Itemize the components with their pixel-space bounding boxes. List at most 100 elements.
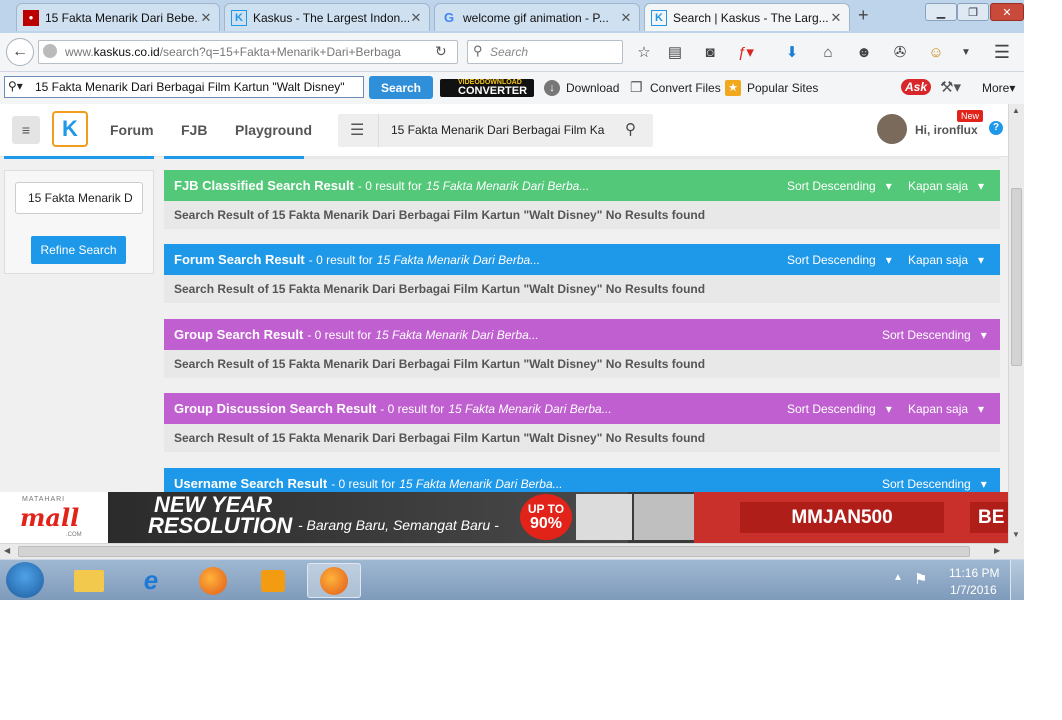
tab-3[interactable]: G welcome gif animation - P... ✕ bbox=[434, 3, 640, 31]
close-tab-icon[interactable]: ✕ bbox=[199, 10, 213, 26]
time-label: Kapan saja bbox=[908, 252, 969, 267]
tray-expand-icon[interactable]: ▲ bbox=[893, 572, 903, 583]
close-tab-icon[interactable]: ✕ bbox=[829, 10, 843, 26]
banner-brand-logo: MATAHARI mall .COM bbox=[0, 492, 108, 543]
convert-files-link[interactable]: Convert Files bbox=[650, 81, 721, 95]
kaskus-logo[interactable]: K bbox=[52, 111, 88, 147]
tab-title: Kaskus - The Largest Indon... bbox=[253, 10, 409, 25]
taskbar-explorer[interactable] bbox=[62, 563, 116, 598]
help-icon[interactable]: ? bbox=[989, 121, 1003, 135]
search-icon[interactable]: ⚲ bbox=[625, 120, 636, 138]
time-dropdown[interactable]: Kapan saja ▾ bbox=[908, 253, 984, 267]
pocket-icon[interactable]: ◙ bbox=[700, 42, 720, 62]
time-dropdown[interactable]: Kapan saja ▾ bbox=[908, 179, 984, 193]
url-bar[interactable]: www.kaskus.co.id/search?q=15+Fakta+Menar… bbox=[38, 40, 458, 64]
close-tab-icon[interactable]: ✕ bbox=[619, 10, 633, 26]
section-header: Username Search Result - 0 result for 15… bbox=[164, 468, 1000, 492]
sort-label: Sort Descending bbox=[882, 327, 971, 342]
nav-fjb[interactable]: FJB bbox=[181, 122, 207, 138]
result-count: - 0 result for bbox=[307, 327, 372, 342]
taskbar-internet-explorer[interactable]: e bbox=[124, 563, 178, 598]
download-arrow-icon[interactable]: ⬇ bbox=[782, 42, 802, 62]
horizontal-scrollbar[interactable]: ◀ ▶ bbox=[0, 543, 1008, 559]
reading-list-icon[interactable]: ▤ bbox=[665, 42, 685, 62]
taskbar-firefox-active[interactable] bbox=[307, 563, 361, 598]
minimize-button[interactable]: ▁ bbox=[925, 3, 957, 21]
bookmark-star-icon[interactable]: ☆ bbox=[634, 42, 654, 62]
sort-dropdown[interactable]: Sort Descending ▾ bbox=[787, 179, 892, 193]
matahari-mall-banner[interactable]: MATAHARI mall .COM NEW YEAR RESOLUTION -… bbox=[0, 492, 1008, 543]
addon-dropdown-icon[interactable]: ▼ bbox=[956, 42, 976, 62]
scroll-up-arrow-icon[interactable]: ▲ bbox=[1012, 106, 1020, 115]
toolbar-search-input[interactable]: ⚲▾ 15 Fakta Menarik Dari Berbagai Film K… bbox=[4, 76, 364, 98]
new-badge: New bbox=[957, 110, 984, 122]
hamburger-menu-icon[interactable]: ≡ bbox=[12, 116, 40, 144]
start-button[interactable] bbox=[6, 562, 44, 598]
tab-title: 15 Fakta Menarik Dari Bebe... bbox=[45, 10, 199, 25]
browser-search-input[interactable]: ⚲ Search bbox=[467, 40, 623, 64]
horizontal-scroll-thumb[interactable] bbox=[18, 546, 970, 557]
close-tab-icon[interactable]: ✕ bbox=[409, 10, 423, 26]
time-dropdown[interactable]: Kapan saja ▾ bbox=[908, 402, 984, 416]
chat-icon[interactable]: ☻ bbox=[854, 42, 874, 62]
action-center-flag-icon[interactable]: ⚑ bbox=[914, 570, 927, 588]
back-button[interactable]: ← bbox=[6, 38, 34, 66]
sort-dropdown[interactable]: Sort Descending ▾ bbox=[882, 328, 987, 342]
nav-playground[interactable]: Playground bbox=[235, 122, 312, 138]
banner-headline-2: RESOLUTION bbox=[148, 513, 293, 538]
result-term: 15 Fakta Menarik Dari Berba... bbox=[399, 476, 563, 491]
home-icon[interactable]: ⌂ bbox=[818, 42, 838, 62]
avatar[interactable] bbox=[877, 114, 907, 144]
addon-face-icon[interactable]: ☺ bbox=[926, 42, 946, 62]
close-window-button[interactable]: ✕ bbox=[990, 3, 1024, 21]
search-icon: ⚲ bbox=[473, 43, 483, 58]
clock-time[interactable]: 11:16 PM bbox=[949, 566, 999, 580]
clock-date[interactable]: 1/7/2016 bbox=[950, 583, 997, 597]
nav-forum[interactable]: Forum bbox=[110, 122, 154, 138]
popular-sites-link[interactable]: Popular Sites bbox=[747, 81, 818, 95]
vertical-scroll-thumb[interactable] bbox=[1011, 188, 1022, 366]
refine-search-input[interactable]: 15 Fakta Menarik D bbox=[15, 182, 143, 214]
kaskus-icon: K bbox=[651, 9, 667, 26]
kaskus-search-bar[interactable]: ☰ 15 Fakta Menarik Dari Berbagai Film Ka… bbox=[338, 114, 653, 147]
video-download-converter-logo[interactable]: VIDEODOWNLOAD CONVERTER bbox=[440, 79, 534, 97]
flash-icon[interactable]: ƒ▾ bbox=[736, 42, 756, 62]
tab-1[interactable]: ● 15 Fakta Menarik Dari Bebe... ✕ bbox=[16, 3, 220, 31]
sort-label: Sort Descending bbox=[787, 252, 876, 267]
scroll-right-arrow-icon[interactable]: ▶ bbox=[994, 546, 1000, 555]
tools-icon[interactable]: ⚒▾ bbox=[940, 78, 961, 96]
scroll-left-arrow-icon[interactable]: ◀ bbox=[4, 546, 10, 555]
more-menu[interactable]: More▾ bbox=[982, 81, 1015, 95]
reload-icon[interactable]: ↻ bbox=[435, 43, 447, 60]
menu-icon[interactable]: ☰ bbox=[992, 42, 1012, 62]
restore-button[interactable]: ❐ bbox=[957, 3, 989, 21]
ask-logo[interactable]: Ask bbox=[901, 79, 932, 95]
tab-2[interactable]: K Kaskus - The Largest Indon... ✕ bbox=[224, 3, 430, 31]
search-category-icon[interactable]: ☰ bbox=[350, 120, 364, 140]
brand-text: mall bbox=[20, 503, 80, 532]
scroll-down-arrow-icon[interactable]: ▼ bbox=[1012, 530, 1020, 539]
sort-dropdown[interactable]: Sort Descending ▾ bbox=[787, 402, 892, 416]
film-reel-icon[interactable]: ✇ bbox=[890, 42, 910, 62]
sort-dropdown[interactable]: Sort Descending ▾ bbox=[787, 253, 892, 267]
section-title: FJB Classified Search Result bbox=[174, 178, 354, 193]
sort-dropdown[interactable]: Sort Descending ▾ bbox=[882, 477, 987, 491]
show-desktop-button[interactable] bbox=[1010, 560, 1024, 600]
download-link[interactable]: Download bbox=[566, 81, 619, 95]
taskbar-media-player[interactable] bbox=[246, 563, 300, 598]
vertical-scrollbar[interactable]: ▲ ▼ bbox=[1008, 104, 1024, 543]
section-body: Search Result of 15 Fakta Menarik Dari B… bbox=[164, 424, 1000, 452]
new-tab-button[interactable]: + bbox=[858, 5, 869, 26]
toolbar-search-button[interactable]: Search bbox=[369, 76, 433, 99]
star-icon: ★ bbox=[725, 80, 741, 96]
taskbar-firefox[interactable] bbox=[186, 563, 240, 598]
refine-search-button[interactable]: Refine Search bbox=[31, 236, 126, 264]
result-count: - 0 result for bbox=[308, 252, 373, 267]
promo-code: MMJAN500 bbox=[740, 502, 944, 533]
kaskus-search-input[interactable]: 15 Fakta Menarik Dari Berbagai Film Ka bbox=[391, 123, 605, 137]
convert-files-icon: ❐ bbox=[630, 79, 643, 95]
user-greeting[interactable]: Hi, ironflux bbox=[915, 123, 978, 137]
promo-circle: UP TO 90% bbox=[520, 494, 572, 540]
section-header: Group Search Result - 0 result for 15 Fa… bbox=[164, 319, 1000, 350]
tab-4-active[interactable]: K Search | Kaskus - The Larg... ✕ bbox=[644, 3, 850, 31]
